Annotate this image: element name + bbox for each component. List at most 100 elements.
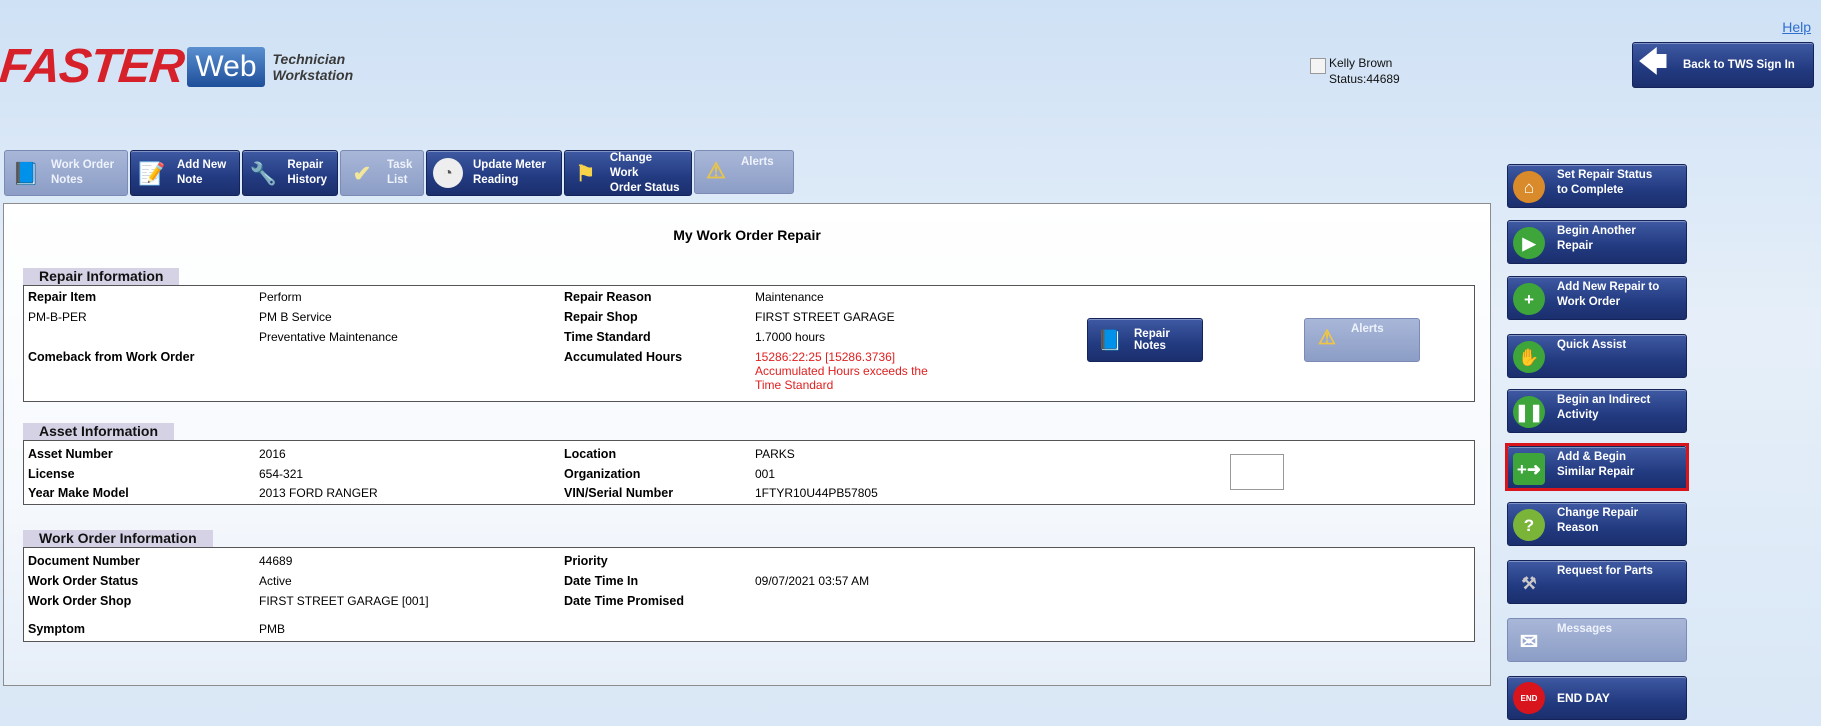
logo-subtitle: Technician Workstation (273, 51, 354, 83)
sidebar-label: Set Repair Status (1557, 169, 1653, 181)
vin-value: 1FTYR10U44PB57805 (755, 486, 878, 500)
repair-shop-label: Repair Shop (564, 310, 638, 324)
toolbar-add-new-note-button[interactable]: 📝 Add New Note (130, 150, 240, 196)
end-icon: END (1513, 682, 1545, 714)
wrench-icon: 🔧 (249, 160, 277, 186)
repair-category: Preventative Maintenance (259, 330, 398, 344)
toolbar-label: Repair (287, 159, 324, 171)
sidebar-label: Begin an Indirect (1557, 394, 1651, 406)
repair-notes-button[interactable]: 📘 Repair Notes (1087, 318, 1203, 362)
checkmark-icon: ✔ (352, 160, 372, 186)
license-value: 654-321 (259, 467, 304, 481)
date-time-in-label: Date Time In (564, 574, 639, 588)
toolbar-label: Work Order (51, 159, 115, 171)
parts-icon: ⚒ (1521, 573, 1537, 593)
warning-icon: ⚠ (706, 157, 726, 183)
warning-icon: ⚠ (1318, 326, 1336, 349)
repair-item-label: Repair Item (28, 290, 97, 304)
accumulated-hours-warning: Accumulated Hours exceeds the (755, 364, 928, 378)
license-label: License (28, 467, 75, 481)
year-make-model-label: Year Make Model (28, 486, 129, 500)
repair-reason-label: Repair Reason (564, 290, 652, 304)
repair-information-heading: Repair Information (23, 268, 180, 285)
document-number-label: Document Number (28, 554, 140, 568)
toolbar-label: Add New (177, 159, 227, 171)
faster-web-logo: FASTER Web Technician Workstation (0, 40, 354, 93)
sidebar-label: Quick Assist (1557, 339, 1627, 351)
toolbar-task-list-button[interactable]: ✔ Task List (340, 150, 424, 196)
pause-icon: ❚❚ (1513, 396, 1545, 428)
repair-alerts-button[interactable]: ⚠ Alerts (1304, 318, 1420, 362)
toolbar-label: Alerts (741, 156, 774, 168)
notes-icon: 📘 (1097, 329, 1123, 352)
vin-label: VIN/Serial Number (564, 486, 674, 500)
end-day-button[interactable]: END END DAY (1507, 676, 1687, 720)
sidebar-label: to Complete (1557, 184, 1624, 196)
quick-assist-button[interactable]: ✋ Quick Assist (1507, 334, 1687, 378)
year-make-model-value: 2013 FORD RANGER (259, 486, 378, 500)
repair-information-section: Repair Item Perform PM-B-PER PM B Servic… (23, 285, 1475, 402)
help-link[interactable]: Help (1782, 19, 1811, 35)
repair-shop-value: FIRST STREET GARAGE (755, 310, 895, 324)
location-value: PARKS (755, 447, 795, 461)
date-time-promised-label: Date Time Promised (564, 594, 684, 608)
toolbar-label: Notes (51, 174, 83, 186)
toolbar-label: Reading (473, 174, 519, 186)
messages-button[interactable]: ✉ Messages (1507, 618, 1687, 662)
back-to-tws-sign-in-button[interactable]: 🡄 Back to TWS Sign In (1632, 42, 1814, 88)
accumulated-hours-warning: Time Standard (755, 378, 834, 392)
date-time-in-value: 09/07/2021 03:57 AM (755, 574, 870, 588)
asset-information-heading: Asset Information (23, 423, 175, 440)
location-label: Location (564, 447, 617, 461)
sidebar-label: Change Repair (1557, 507, 1639, 519)
toolbar-label: Task (387, 159, 413, 171)
repair-alerts-label: Alerts (1351, 323, 1384, 335)
hand-icon: ✋ (1513, 341, 1545, 373)
add-note-icon: 📝 (138, 160, 166, 186)
toolbar-update-meter-reading-button[interactable]: ◔ Update Meter Reading (426, 150, 562, 196)
accumulated-hours-label: Accumulated Hours (564, 350, 683, 364)
add-new-repair-to-work-order-button[interactable]: + Add New Repair to Work Order (1507, 276, 1687, 320)
repair-reason-value: Maintenance (755, 290, 824, 304)
toolbar-repair-history-button[interactable]: 🔧 Repair History (242, 150, 338, 196)
sidebar-label: Work Order (1557, 296, 1621, 308)
accumulated-hours-value: 15286:22:25 [15286.3736] Accumulated Hou… (755, 350, 928, 392)
repair-notes-label: Notes (1134, 340, 1166, 352)
sidebar-label: Reason (1557, 522, 1599, 534)
symptom-label: Symptom (28, 622, 85, 636)
flag-icon: ⚑ (575, 160, 596, 186)
accumulated-hours-text: 15286:22:25 [15286.3736] (755, 350, 896, 364)
work-order-information-section: Document Number 44689 Work Order Status … (23, 547, 1475, 642)
asset-number-value: 2016 (259, 447, 286, 461)
repair-description: PM B Service (259, 310, 332, 324)
toolbar-alerts-button[interactable]: ⚠ Alerts (694, 150, 794, 194)
question-icon: ? (1513, 509, 1545, 541)
envelope-icon: ✉ (1519, 628, 1539, 654)
work-order-status-value: Active (259, 574, 292, 588)
set-repair-status-complete-button[interactable]: ⌂ Set Repair Status to Complete (1507, 164, 1687, 208)
repair-item-value: Perform (259, 290, 302, 304)
page-title: My Work Order Repair (673, 227, 821, 243)
sidebar-label: Request for Parts (1557, 565, 1653, 577)
change-repair-reason-button[interactable]: ? Change Repair Reason (1507, 502, 1687, 546)
back-button-label: Back to TWS Sign In (1683, 59, 1795, 71)
user-status: Status:44689 (1329, 72, 1400, 86)
toolbar-label: Update Meter (473, 159, 546, 171)
person-house-icon: ⌂ (1513, 171, 1545, 203)
request-for-parts-button[interactable]: ⚒ Request for Parts (1507, 560, 1687, 604)
toolbar-work-order-notes-button[interactable]: 📘 Work Order Notes (4, 150, 128, 196)
asset-information-section: Asset Number 2016 License 654-321 Year M… (23, 440, 1475, 505)
toolbar-change-work-order-status-button[interactable]: ⚑ Change Work Order Status (564, 150, 692, 196)
begin-another-repair-button[interactable]: ▶ Begin Another Repair (1507, 220, 1687, 264)
asset-number-label: Asset Number (28, 447, 113, 461)
sidebar-label: Activity (1557, 409, 1599, 421)
work-order-repair-panel: My Work Order Repair Repair Information … (3, 203, 1491, 686)
user-name: Kelly Brown (1329, 56, 1393, 70)
sidebar-label: Messages (1557, 623, 1612, 635)
asset-image-placeholder (1230, 454, 1284, 490)
sidebar-label: Begin Another (1557, 225, 1636, 237)
organization-value: 001 (755, 467, 776, 481)
toolbar-label: History (287, 174, 327, 186)
begin-indirect-activity-button[interactable]: ❚❚ Begin an Indirect Activity (1507, 389, 1687, 433)
organization-label: Organization (564, 467, 641, 481)
